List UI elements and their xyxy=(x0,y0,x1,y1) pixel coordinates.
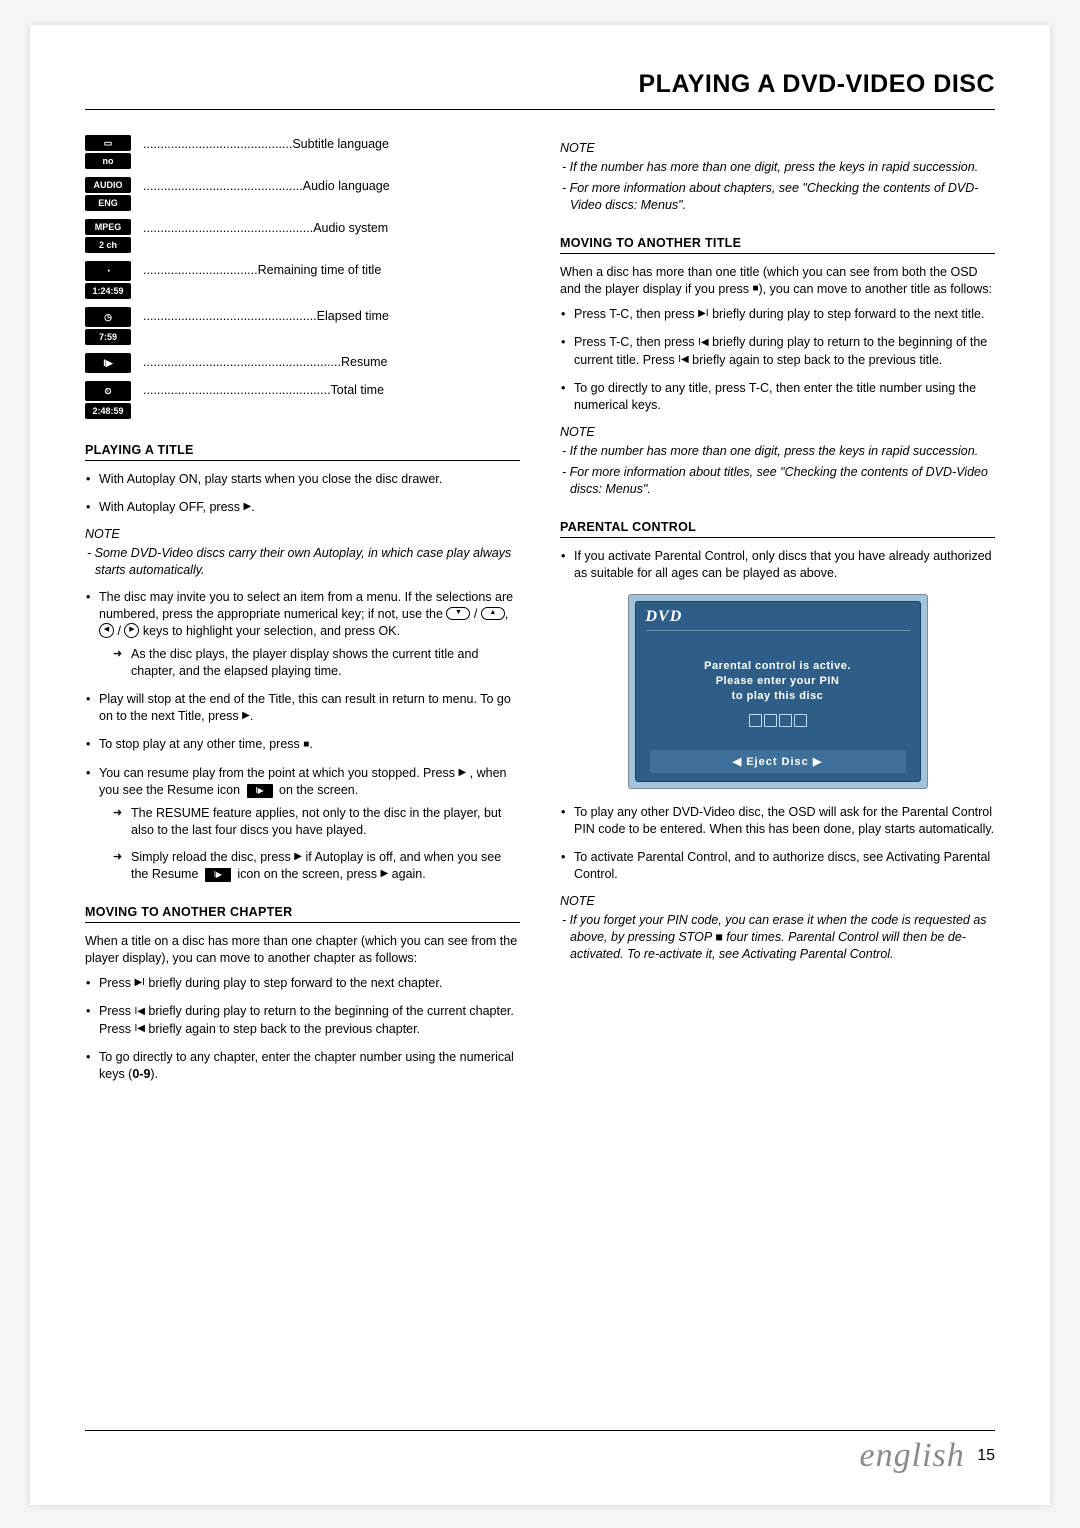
right-column: NOTE - If the number has more than one d… xyxy=(560,135,995,1094)
list-item: Press I◀ briefly during play to return t… xyxy=(85,1003,520,1037)
play-icon: ▶ xyxy=(242,710,250,721)
list-item: With Autoplay OFF, press ▶. xyxy=(85,499,520,516)
list-item: The disc may invite you to select an ite… xyxy=(85,589,520,680)
legend-label: Elapsed time xyxy=(317,309,389,323)
left-button-icon: ◀ xyxy=(99,623,114,638)
right-button-icon: ▶ xyxy=(124,623,139,638)
next-icon: ▶I xyxy=(134,977,144,988)
resume-chip-icon: I▶ xyxy=(247,784,273,798)
note-body: - If the number has more than one digit,… xyxy=(560,443,995,498)
paragraph: When a disc has more than one title (whi… xyxy=(560,264,995,298)
section-heading-parental: PARENTAL CONTROL xyxy=(560,520,995,538)
prev-icon: I◀ xyxy=(678,354,688,365)
stop-icon: ■ xyxy=(303,739,309,750)
section-heading-playing-title: PLAYING A TITLE xyxy=(85,443,520,461)
play-icon: ▶ xyxy=(380,868,388,879)
elapsed-icon: ◷ xyxy=(85,307,131,327)
section-heading-moving-chapter: MOVING TO ANOTHER CHAPTER xyxy=(85,905,520,923)
page-footer: english 15 xyxy=(85,1430,995,1475)
left-column: ▭no.....................................… xyxy=(85,135,520,1094)
note-body: - If the number has more than one digit,… xyxy=(560,159,995,214)
prev-icon: I◀ xyxy=(134,1006,144,1017)
list-item: To go directly to any chapter, enter the… xyxy=(85,1049,520,1083)
prev-icon: I◀ xyxy=(134,1023,144,1034)
next-icon: ▶I xyxy=(698,308,708,319)
section-heading-moving-title: MOVING TO ANOTHER TITLE xyxy=(560,236,995,254)
list-item: Press ▶I briefly during play to step for… xyxy=(85,975,520,992)
legend-label: Audio language xyxy=(303,179,390,193)
sub-item: As the disc plays, the player display sh… xyxy=(113,646,520,680)
play-icon: ▶ xyxy=(294,851,302,862)
note-heading: NOTE xyxy=(560,141,995,155)
sub-item: Simply reload the disc, press ▶ if Autop… xyxy=(113,849,520,883)
list-item: Play will stop at the end of the Title, … xyxy=(85,691,520,725)
list-item: To activate Parental Control, and to aut… xyxy=(560,849,995,883)
legend-label: Subtitle language xyxy=(292,137,389,151)
list-item: To stop play at any other time, press ■. xyxy=(85,736,520,753)
prev-icon: I◀ xyxy=(698,337,708,348)
note-body: - If you forget your PIN code, you can e… xyxy=(560,912,995,963)
paragraph: When a title on a disc has more than one… xyxy=(85,933,520,967)
dvd-logo: DVD xyxy=(636,602,920,635)
total-icon: ⏲ xyxy=(85,381,131,401)
footer-language: english xyxy=(860,1437,965,1474)
note-body: - Some DVD-Video discs carry their own A… xyxy=(85,545,520,579)
play-icon: ▶ xyxy=(458,767,466,778)
note-heading: NOTE xyxy=(85,527,520,541)
list-item: If you activate Parental Control, only d… xyxy=(560,548,995,582)
play-icon: ▶ xyxy=(244,501,252,512)
list-item: Press T-C, then press I◀ briefly during … xyxy=(560,334,995,368)
up-button-icon: ▲ xyxy=(481,607,505,620)
resume-chip-icon: I▶ xyxy=(205,868,231,882)
note-heading: NOTE xyxy=(560,894,995,908)
osd-dialog: DVD Parental control is active. Please e… xyxy=(628,594,928,789)
subtitle-icon: ▭ xyxy=(85,135,131,151)
page-number: 15 xyxy=(977,1447,995,1464)
page-title: PLAYING A DVD-VIDEO DISC xyxy=(85,70,995,99)
down-button-icon: ▼ xyxy=(446,607,470,620)
legend-label: Remaining time of title xyxy=(258,263,382,277)
osd-message: Parental control is active. Please enter… xyxy=(636,635,920,710)
list-item: To play any other DVD-Video disc, the OS… xyxy=(560,804,995,838)
manual-page: PLAYING A DVD-VIDEO DISC ▭no............… xyxy=(30,25,1050,1505)
page-header: PLAYING A DVD-VIDEO DISC xyxy=(85,70,995,110)
mpeg-icon: MPEG xyxy=(85,219,131,235)
list-item: Press T-C, then press ▶I briefly during … xyxy=(560,306,995,323)
sub-item: The RESUME feature applies, not only to … xyxy=(113,805,520,839)
audio-icon: AUDIO xyxy=(85,177,131,193)
legend-label: Audio system xyxy=(313,221,388,235)
note-heading: NOTE xyxy=(560,425,995,439)
osd-pin-fields[interactable] xyxy=(636,714,920,732)
osd-icon-legend: ▭no.....................................… xyxy=(85,135,520,421)
stop-icon: ■ xyxy=(752,283,758,294)
legend-label: Total time xyxy=(331,383,385,397)
list-item: With Autoplay ON, play starts when you c… xyxy=(85,471,520,488)
list-item: You can resume play from the point at wh… xyxy=(85,765,520,884)
stop-icon: ■ xyxy=(715,930,723,944)
osd-eject-bar[interactable]: ◀ Eject Disc ▶ xyxy=(650,750,906,773)
legend-label: Resume xyxy=(341,355,388,369)
list-item: To go directly to any title, press T-C, … xyxy=(560,380,995,414)
resume-icon: I▶ xyxy=(85,353,131,373)
remaining-icon: ◔ xyxy=(85,261,131,281)
